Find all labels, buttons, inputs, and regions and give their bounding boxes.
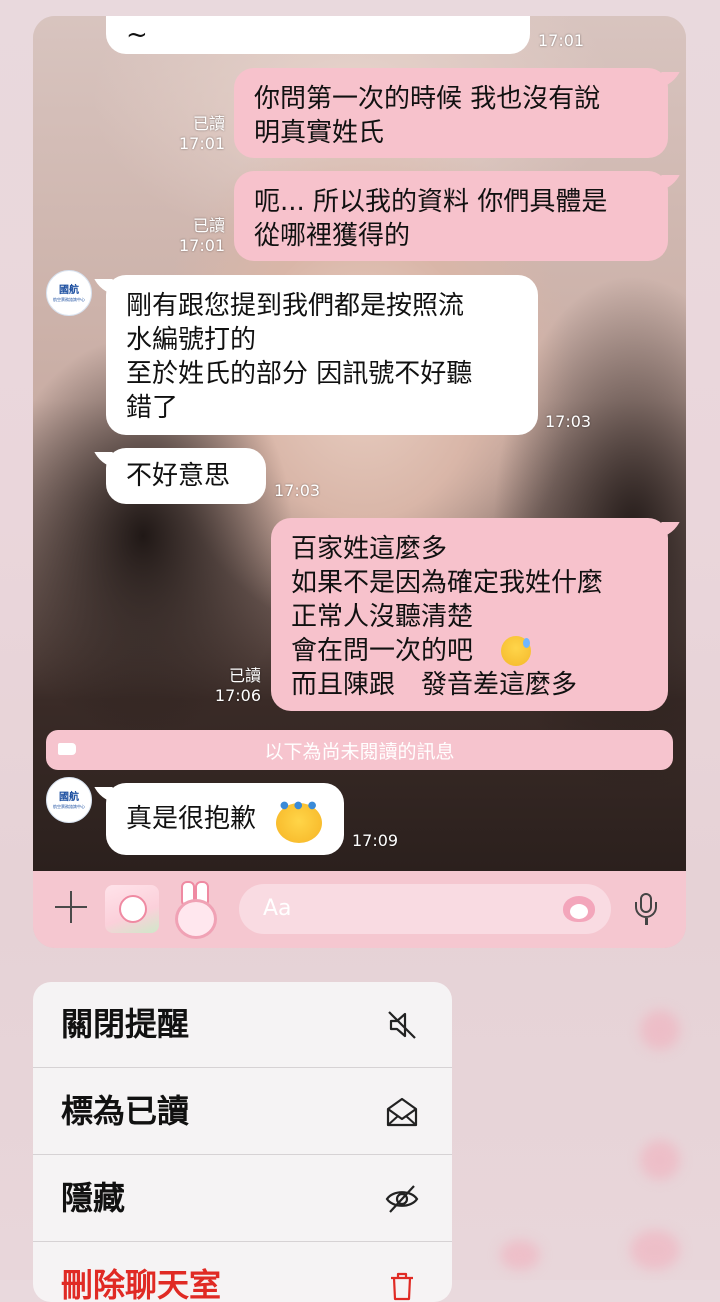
menu-item-mark-read[interactable]: 標為已讀 xyxy=(33,1069,452,1155)
context-menu: 關閉提醒 標為已讀 隱藏 刪除聊天室 xyxy=(33,982,452,1302)
message-bubble-incoming[interactable]: 剛有跟您提到我們都是按照流 水編號打的 至於姓氏的部分 因訊號不好聽 錯了 xyxy=(106,275,538,435)
microphone-icon[interactable] xyxy=(634,893,658,927)
message-bubble-incoming[interactable]: ~ xyxy=(106,16,530,54)
read-receipt: 已讀 17:01 xyxy=(179,114,226,153)
menu-item-mute[interactable]: 關閉提醒 xyxy=(33,982,452,1068)
message-bubble-outgoing[interactable]: 呃... 所以我的資料 你們具體是 從哪裡獲得的 xyxy=(234,171,668,261)
read-receipt: 已讀 17:01 xyxy=(179,216,226,255)
message-bubble-incoming[interactable]: 不好意思 xyxy=(106,448,266,504)
sticker-shortcut-icon[interactable] xyxy=(105,885,159,933)
mute-icon xyxy=(388,1011,416,1039)
message-text: ~ xyxy=(126,20,148,50)
message-time: 17:09 xyxy=(352,831,399,850)
avatar[interactable]: 國航 航空票務諮詢中心 xyxy=(46,777,92,823)
message-input[interactable]: Aa xyxy=(239,884,611,934)
message-bubble-incoming[interactable]: 真是很抱歉 ● ● ● xyxy=(106,783,344,855)
message-time: 17:03 xyxy=(545,412,592,431)
emoji-picker-icon[interactable] xyxy=(559,896,599,922)
menu-item-hide[interactable]: 隱藏 xyxy=(33,1156,452,1242)
sticker-shortcut-icon[interactable] xyxy=(173,881,217,939)
message-time: 17:01 xyxy=(538,31,585,50)
message-text: 百家姓這麼多 如果不是因為確定我姓什麼 正常人沒聽清楚 會在問一次的吧 而且陳跟… xyxy=(291,534,604,700)
eye-slash-icon xyxy=(385,1185,419,1213)
message-time: 17:03 xyxy=(274,481,321,500)
sweating-blob-emoji-icon: ● ● ● xyxy=(276,800,322,843)
message-text: 真是很抱歉 xyxy=(126,804,257,834)
message-bubble-outgoing[interactable]: 你問第一次的時候 我也沒有說 明真實姓氏 xyxy=(234,68,668,158)
avatar[interactable]: 國航 航空票務諮詢中心 xyxy=(46,270,92,316)
read-receipt: 已讀 17:06 xyxy=(214,666,261,705)
sweat-smile-emoji-icon xyxy=(501,636,531,666)
tag-icon xyxy=(58,743,76,755)
trash-icon xyxy=(391,1272,413,1301)
message-input-bar: Aa xyxy=(33,871,686,948)
menu-item-delete-chat[interactable]: 刪除聊天室 xyxy=(33,1243,452,1302)
plus-icon[interactable] xyxy=(53,889,89,925)
unread-divider: 以下為尚未閱讀的訊息 xyxy=(46,730,673,770)
envelope-open-icon xyxy=(386,1097,418,1127)
chat-preview-card[interactable]: ~ 17:01 已讀 17:01 你問第一次的時候 我也沒有說 明真實姓氏 已讀… xyxy=(33,16,686,948)
message-bubble-outgoing[interactable]: 百家姓這麼多 如果不是因為確定我姓什麼 正常人沒聽清楚 會在問一次的吧 而且陳跟… xyxy=(271,518,668,711)
